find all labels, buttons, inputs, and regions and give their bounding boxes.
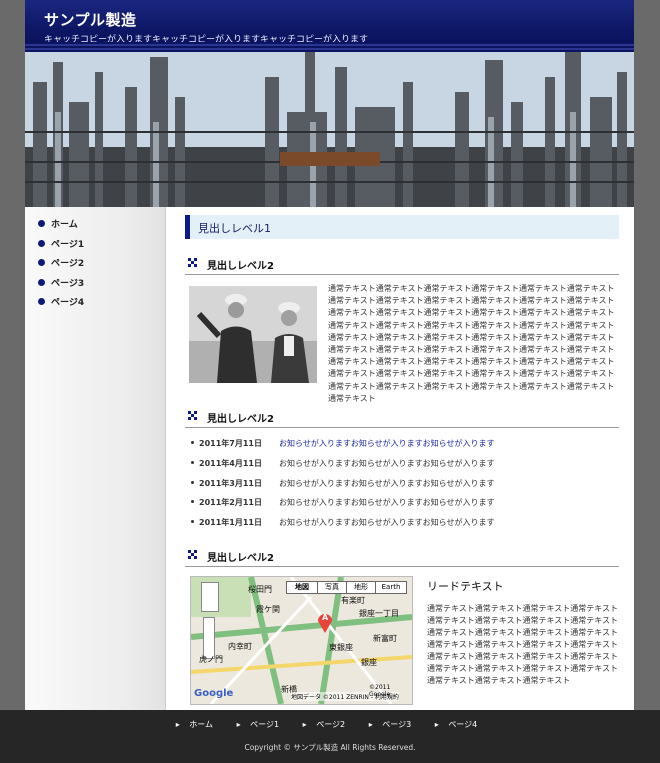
map-tab[interactable]: 地形 (346, 580, 376, 594)
map-label: 有楽町 (341, 595, 365, 605)
news-item: 2011年3月11日 お知らせが入りますお知らせが入りますお知らせが入ります (185, 474, 619, 494)
sidebar-item-label: ページ1 (51, 239, 85, 250)
sidebar-item-page1[interactable]: ページ1 (38, 234, 84, 254)
workers-illustration (189, 286, 317, 383)
section-3: 見出しレベル2 地図 写真 地形 Earth 桜田門 霞ケ関 内幸町 虎ノ門 銀… (185, 544, 619, 716)
footer-nav-label: ページ2 (316, 720, 346, 729)
map-label: 桜田門 (248, 584, 272, 594)
sidebar-item-page3[interactable]: ページ3 (38, 273, 84, 293)
body-text: 通常テキスト通常テキスト通常テキスト通常テキスト通常テキスト通常テキスト通常テキ… (427, 603, 619, 685)
bullet-icon (38, 278, 45, 286)
refinery-illustration (25, 52, 634, 207)
google-logo: Google (194, 687, 234, 699)
sidebar-item-label: ページ3 (51, 278, 85, 289)
map-tab[interactable]: 地図 (286, 580, 318, 594)
bullet-icon (191, 441, 194, 444)
main-content: 見出しレベル1 見出しレベル2 通常テキスト通常テキスト通常テキスト通常テキスト… (185, 215, 619, 716)
site-header: サンプル製造 キャッチコピーが入りますキャッチコピーが入りますキャッチコピーが入… (25, 0, 634, 52)
heading-level2-text: 見出しレベル2 (207, 414, 274, 425)
heading-level2: 見出しレベル2 (185, 544, 619, 567)
map-label: 内幸町 (228, 641, 252, 651)
footer-nav: ▸ ホーム ▸ ページ1 ▸ ページ2 ▸ ページ3 ▸ ページ4 (0, 719, 660, 730)
map-label: 虎ノ門 (199, 654, 223, 664)
footer-copyright: Copyright © サンプル製造 All Rights Reserved. (244, 743, 416, 752)
news-date: 2011年3月11日 (199, 478, 262, 488)
map-pan-control[interactable] (201, 581, 219, 612)
footer-nav-page3[interactable]: ▸ ページ3 (369, 720, 419, 729)
sidebar-item-label: ホーム (51, 220, 78, 231)
bullet-icon (191, 480, 194, 484)
bullet-icon (38, 259, 45, 267)
map-marker-label: A (322, 612, 329, 622)
bullet-icon (191, 500, 194, 504)
sidebar-item-home[interactable]: ホーム (38, 214, 84, 234)
news-list: 2011年7月11日 お知らせが入りますお知らせが入りますお知らせが入ります 20… (185, 434, 619, 533)
workers-photo (189, 286, 317, 383)
site-footer: ▸ ホーム ▸ ページ1 ▸ ページ2 ▸ ページ3 ▸ ページ4 Copyri… (0, 710, 660, 763)
heading-level2: 見出しレベル2 (185, 252, 619, 275)
news-date: 2011年2月11日 (199, 498, 262, 508)
news-date: 2011年7月11日 (199, 439, 262, 448)
heading-level2: 見出しレベル2 (185, 405, 619, 428)
news-text: お知らせが入りますお知らせが入りますお知らせが入ります (279, 518, 495, 528)
map-zoom-control[interactable] (203, 616, 215, 659)
map-label: 銀座 (361, 657, 377, 667)
embedded-map[interactable]: 地図 写真 地形 Earth 桜田門 霞ケ関 内幸町 虎ノ門 銀座一丁目 新富町… (190, 575, 413, 705)
heading-level1: 見出しレベル1 (185, 215, 619, 239)
bullet-icon (191, 520, 194, 524)
footer-nav-page1[interactable]: ▸ ページ1 (237, 720, 287, 729)
news-item: 2011年1月11日 お知らせが入りますお知らせが入りますお知らせが入ります (185, 513, 619, 533)
footer-nav-label: ページ4 (448, 720, 478, 729)
site-title[interactable]: サンプル製造 (44, 9, 137, 30)
map-copyright: ©2011 Google (369, 683, 391, 698)
heading-level2-text: 見出しレベル2 (207, 261, 274, 272)
sidebar: ホーム ページ1 ページ2 ページ3 ページ4 (25, 207, 166, 710)
news-text: お知らせが入りますお知らせが入りますお知らせが入ります (279, 458, 495, 468)
lead-text: リードテキスト (427, 579, 504, 593)
news-link[interactable]: お知らせが入りますお知らせが入りますお知らせが入ります (279, 438, 495, 449)
news-date: 2011年1月11日 (199, 518, 262, 528)
footer-nav-label: ページ1 (250, 720, 280, 729)
footer-nav-home[interactable]: ▸ ホーム (176, 720, 220, 729)
hero-image (25, 52, 634, 207)
footer-nav-label: ページ3 (382, 720, 412, 729)
news-text: お知らせが入りますお知らせが入りますお知らせが入ります (279, 478, 495, 488)
news-item: 2011年4月11日 お知らせが入りますお知らせが入りますお知らせが入ります (185, 454, 619, 474)
news-item[interactable]: 2011年7月11日 お知らせが入りますお知らせが入りますお知らせが入ります (185, 434, 619, 454)
sidebar-item-page2[interactable]: ページ2 (38, 253, 84, 273)
map-tab[interactable]: 写真 (317, 580, 347, 594)
page-container: サンプル製造 キャッチコピーが入りますキャッチコピーが入りますキャッチコピーが入… (25, 0, 634, 710)
bullet-icon (191, 460, 194, 464)
bullet-icon (38, 220, 45, 228)
map-label: 新富町 (373, 633, 397, 643)
map-label: 銀座一丁目 (359, 608, 399, 618)
heading-level1-text: 見出しレベル1 (198, 222, 271, 235)
footer-nav-page4[interactable]: ▸ ページ4 (435, 720, 485, 729)
section-1: 見出しレベル2 通常テキスト通常テキスト通常テキスト通常テキスト通常テキスト通常… (185, 252, 619, 403)
sidebar-item-page4[interactable]: ページ4 (38, 292, 84, 312)
bullet-icon (38, 239, 45, 247)
news-text: お知らせが入りますお知らせが入りますお知らせが入ります (279, 498, 495, 508)
map-marker-icon[interactable]: A (317, 611, 333, 633)
footer-nav-page2[interactable]: ▸ ページ2 (303, 720, 353, 729)
checker-icon (188, 258, 197, 267)
heading-level2-text: 見出しレベル2 (207, 552, 274, 564)
footer-nav-label: ホーム (189, 720, 214, 729)
checker-icon (188, 411, 197, 420)
map-label: 霞ケ関 (256, 604, 280, 614)
checker-icon (188, 549, 197, 559)
body-text: 通常テキスト通常テキスト通常テキスト通常テキスト通常テキスト通常テキスト通常テキ… (328, 284, 615, 403)
sidebar-item-label: ページ2 (51, 259, 85, 270)
header-stripes (25, 42, 634, 52)
news-item: 2011年2月11日 お知らせが入りますお知らせが入りますお知らせが入ります (185, 493, 619, 513)
news-date: 2011年4月11日 (199, 458, 262, 468)
map-label: 東銀座 (329, 642, 353, 652)
section-2: 見出しレベル2 2011年7月11日お知らせが入りますお知らせが入りますお知らせ… (185, 405, 619, 533)
bullet-icon (38, 298, 45, 306)
sidebar-item-label: ページ4 (51, 298, 85, 309)
map-tab[interactable]: Earth (375, 580, 407, 594)
